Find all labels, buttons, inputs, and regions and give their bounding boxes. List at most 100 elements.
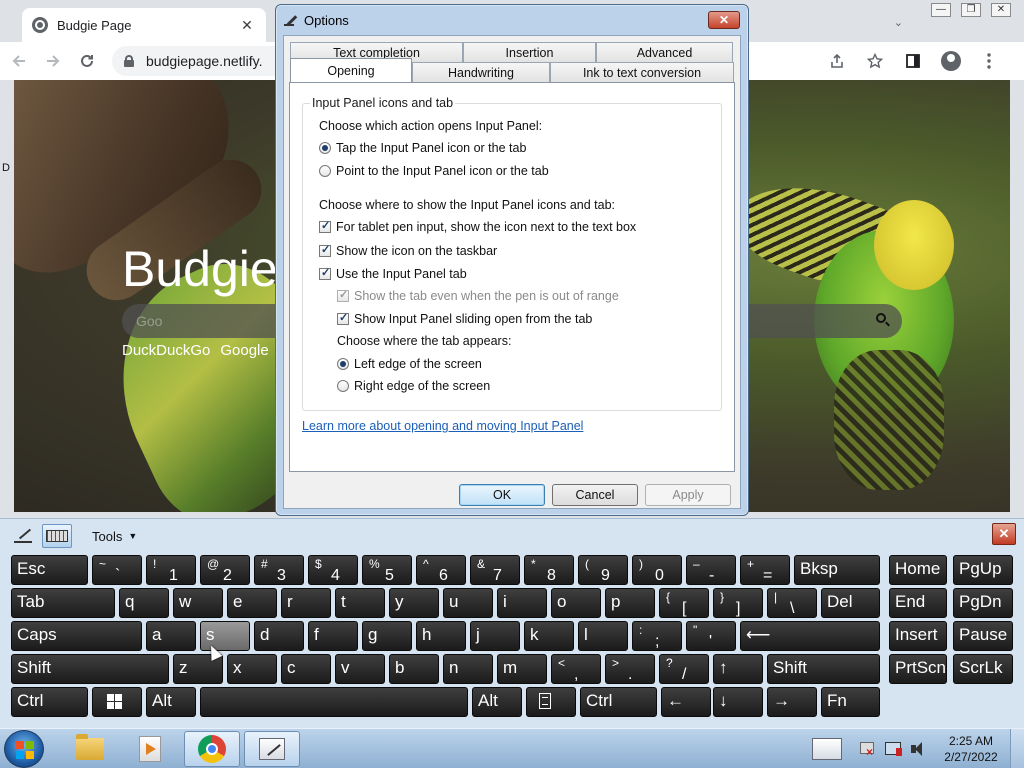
key-equals[interactable]: + =	[740, 555, 790, 585]
key-6[interactable]: ^ 6	[416, 555, 466, 585]
side-panel-icon[interactable]	[898, 46, 928, 76]
key-9[interactable]: (9	[578, 555, 628, 585]
keyboard-mode-button[interactable]	[42, 524, 72, 548]
key-end[interactable]: End	[889, 588, 947, 618]
tools-menu[interactable]: Tools	[92, 529, 122, 544]
key-comma[interactable]: <,	[551, 654, 601, 684]
key-l[interactable]: l	[578, 621, 628, 651]
checkbox-checked[interactable]	[319, 243, 331, 257]
key-backslash[interactable]: | \	[767, 588, 817, 618]
key-right-arrow[interactable]: →	[767, 687, 817, 717]
key-1[interactable]: ! 1	[146, 555, 196, 585]
key-pause[interactable]: Pause	[953, 621, 1013, 651]
key-y[interactable]: y	[389, 588, 439, 618]
key-slash[interactable]: ? /	[659, 654, 709, 684]
key-v[interactable]: v	[335, 654, 385, 684]
checkbox-checked[interactable]	[337, 311, 349, 325]
key-h[interactable]: h	[416, 621, 466, 651]
key-fn[interactable]: Fn	[821, 687, 880, 717]
profile-button[interactable]	[936, 46, 966, 76]
key-n[interactable]: n	[443, 654, 493, 684]
key-u[interactable]: u	[443, 588, 493, 618]
reload-button[interactable]	[72, 46, 102, 76]
ok-button[interactable]: OK	[459, 484, 545, 506]
key-pgup[interactable]: PgUp	[953, 555, 1013, 585]
key-left-bracket[interactable]: {[	[659, 588, 709, 618]
checkbox-tablet-pen[interactable]: For tablet pen input, show the icon next…	[319, 219, 636, 234]
checkbox-sliding[interactable]: Show Input Panel sliding open from the t…	[337, 311, 592, 326]
key-j[interactable]: j	[470, 621, 520, 651]
key-x[interactable]: x	[227, 654, 277, 684]
tab-search-icon[interactable]: ⌄	[894, 16, 903, 29]
volume-icon[interactable]	[908, 740, 930, 758]
key-del[interactable]: Del	[821, 588, 880, 618]
key-d[interactable]: d	[254, 621, 304, 651]
key-r[interactable]: r	[281, 588, 331, 618]
tab-opening[interactable]: Opening	[290, 58, 412, 82]
key-i[interactable]: i	[497, 588, 547, 618]
close-tab-icon[interactable]: ✕	[238, 17, 256, 34]
action-center-icon[interactable]	[856, 740, 878, 759]
key-enter[interactable]: ⟵	[740, 621, 880, 651]
menu-kebab-icon[interactable]	[974, 46, 1004, 76]
tab-advanced[interactable]: Advanced	[596, 42, 733, 62]
key-8[interactable]: * 8	[524, 555, 574, 585]
key-tab[interactable]: Tab	[11, 588, 115, 618]
key-down-arrow[interactable]: ↓	[713, 687, 763, 717]
tab-insertion[interactable]: Insertion	[463, 42, 596, 62]
writing-pad-button[interactable]	[8, 524, 38, 548]
key-alt-right[interactable]: Alt	[472, 687, 522, 717]
key-ctrl-left[interactable]: Ctrl	[11, 687, 88, 717]
minimize-button[interactable]: —	[926, 0, 956, 20]
key-g[interactable]: g	[362, 621, 412, 651]
key-7[interactable]: & 7	[470, 555, 520, 585]
bookmark-star-icon[interactable]	[860, 46, 890, 76]
key-tilde[interactable]: ~ `	[92, 555, 142, 585]
taskbar-explorer[interactable]	[62, 731, 118, 767]
key-shift-left[interactable]: Shift	[11, 654, 169, 684]
engine-link-google[interactable]: Google	[220, 342, 268, 359]
key-right-bracket[interactable]: }]	[713, 588, 763, 618]
radio-point[interactable]: Point to the Input Panel icon or the tab	[319, 164, 549, 178]
key-pgdn[interactable]: PgDn	[953, 588, 1013, 618]
key-alt-left[interactable]: Alt	[146, 687, 196, 717]
key-ctrl-right[interactable]: Ctrl	[580, 687, 657, 717]
radio-button-checked[interactable]	[337, 358, 349, 370]
checkbox-use-tab[interactable]: Use the Input Panel tab	[319, 266, 467, 281]
search-icon[interactable]	[876, 313, 890, 327]
key-caps[interactable]: Caps	[11, 621, 142, 651]
cancel-button[interactable]: Cancel	[552, 484, 638, 506]
back-button[interactable]	[4, 46, 34, 76]
chevron-down-icon[interactable]: ▼	[128, 531, 137, 541]
key-e[interactable]: e	[227, 588, 277, 618]
key-5[interactable]: % 5	[362, 555, 412, 585]
input-panel-close-button[interactable]: ✕	[992, 523, 1016, 545]
share-icon[interactable]	[822, 46, 852, 76]
key-esc[interactable]: Esc	[11, 555, 88, 585]
key-b[interactable]: b	[389, 654, 439, 684]
key-quote[interactable]: " '	[686, 621, 736, 651]
key-a[interactable]: a	[146, 621, 196, 651]
close-window-button[interactable]: ✕	[986, 0, 1016, 20]
radio-tap[interactable]: Tap the Input Panel icon or the tab	[319, 141, 526, 155]
taskbar-media-player[interactable]	[122, 731, 178, 767]
key-k[interactable]: k	[524, 621, 574, 651]
radio-button[interactable]	[337, 380, 349, 392]
key-p[interactable]: p	[605, 588, 655, 618]
network-icon[interactable]	[882, 740, 904, 758]
key-left-arrow[interactable]: ←	[661, 687, 711, 717]
radio-button-checked[interactable]	[319, 142, 331, 154]
key-period[interactable]: >.	[605, 654, 655, 684]
show-desktop-button[interactable]	[1010, 729, 1024, 768]
key-w[interactable]: w	[173, 588, 223, 618]
checkbox-checked[interactable]	[319, 219, 331, 233]
key-q[interactable]: q	[119, 588, 169, 618]
key-scrlk[interactable]: ScrLk	[953, 654, 1013, 684]
key-menu[interactable]	[526, 687, 576, 717]
key-c[interactable]: c	[281, 654, 331, 684]
key-insert[interactable]: Insert	[889, 621, 947, 651]
radio-left-edge[interactable]: Left edge of the screen	[337, 357, 482, 371]
checkbox-checked[interactable]	[319, 266, 331, 280]
taskbar-input-panel[interactable]	[244, 731, 300, 767]
key-semicolon[interactable]: :;	[632, 621, 682, 651]
